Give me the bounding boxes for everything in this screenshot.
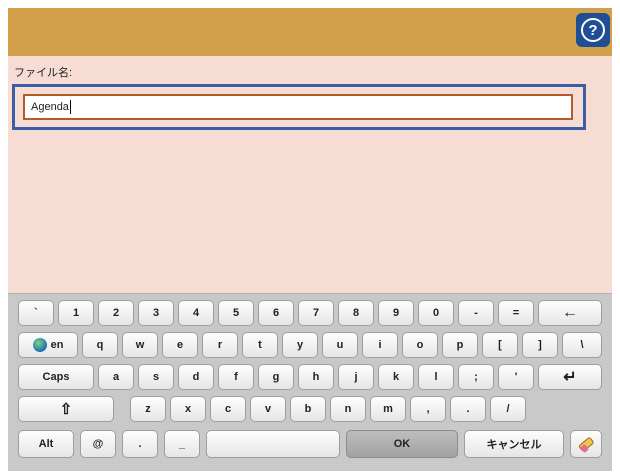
key-1[interactable]: 1 (58, 300, 94, 326)
key-8[interactable]: 8 (338, 300, 374, 326)
key-z[interactable]: z (130, 396, 166, 422)
key-3[interactable]: 3 (138, 300, 174, 326)
space-key[interactable] (206, 430, 340, 458)
key-semicolon[interactable]: ; (458, 364, 494, 390)
key-slash[interactable]: / (490, 396, 526, 422)
key-u[interactable]: u (322, 332, 358, 358)
key-right-bracket[interactable]: ] (522, 332, 558, 358)
enter-key[interactable]: ↵ (538, 364, 602, 390)
key-h[interactable]: h (298, 364, 334, 390)
key-v[interactable]: v (250, 396, 286, 422)
key-f[interactable]: f (218, 364, 254, 390)
key-t[interactable]: t (242, 332, 278, 358)
key-quote[interactable]: ' (498, 364, 534, 390)
key-6[interactable]: 6 (258, 300, 294, 326)
key-comma[interactable]: , (410, 396, 446, 422)
key-4[interactable]: 4 (178, 300, 214, 326)
key-b[interactable]: b (290, 396, 326, 422)
key-i[interactable]: i (362, 332, 398, 358)
language-key[interactable]: en (18, 332, 78, 358)
alt-key[interactable]: Alt (18, 430, 74, 458)
key-x[interactable]: x (170, 396, 206, 422)
key-7[interactable]: 7 (298, 300, 334, 326)
key-period[interactable]: . (450, 396, 486, 422)
key-g[interactable]: g (258, 364, 294, 390)
key-w[interactable]: w (122, 332, 158, 358)
key-minus[interactable]: - (458, 300, 494, 326)
globe-icon (32, 338, 47, 352)
dialog-panel: ? ファイル名: Agenda ` 1 2 3 4 5 6 7 8 9 0 - … (8, 8, 612, 471)
filename-value: Agenda (31, 101, 69, 113)
language-label: en (50, 339, 64, 351)
key-m[interactable]: m (370, 396, 406, 422)
key-p[interactable]: p (442, 332, 478, 358)
key-left-bracket[interactable]: [ (482, 332, 518, 358)
key-j[interactable]: j (338, 364, 374, 390)
key-e[interactable]: e (162, 332, 198, 358)
key-backtick[interactable]: ` (18, 300, 54, 326)
key-l[interactable]: l (418, 364, 454, 390)
key-s[interactable]: s (138, 364, 174, 390)
key-c[interactable]: c (210, 396, 246, 422)
key-0[interactable]: 0 (418, 300, 454, 326)
shift-key[interactable]: ⇧ (18, 396, 114, 422)
on-screen-keyboard: ` 1 2 3 4 5 6 7 8 9 0 - = ← en q w e r t… (8, 293, 612, 471)
caps-lock-key[interactable]: Caps (18, 364, 94, 390)
ok-button[interactable]: OK (346, 430, 458, 458)
backspace-key[interactable]: ← (538, 300, 602, 326)
filename-field-focus: Agenda (12, 84, 586, 130)
key-dot[interactable]: . (122, 430, 158, 458)
text-caret (69, 100, 71, 114)
clear-button[interactable] (570, 430, 602, 458)
header-bar: ? (8, 8, 612, 56)
key-n[interactable]: n (330, 396, 366, 422)
key-o[interactable]: o (402, 332, 438, 358)
key-5[interactable]: 5 (218, 300, 254, 326)
key-k[interactable]: k (378, 364, 414, 390)
key-equals[interactable]: = (498, 300, 534, 326)
question-mark-icon: ? (581, 18, 605, 42)
key-q[interactable]: q (82, 332, 118, 358)
cancel-button[interactable]: キャンセル (464, 430, 564, 458)
key-r[interactable]: r (202, 332, 238, 358)
key-y[interactable]: y (282, 332, 318, 358)
key-at[interactable]: @ (80, 430, 116, 458)
key-backslash[interactable]: \ (562, 332, 602, 358)
key-underscore[interactable]: _ (164, 430, 200, 458)
key-9[interactable]: 9 (378, 300, 414, 326)
key-a[interactable]: a (98, 364, 134, 390)
key-2[interactable]: 2 (98, 300, 134, 326)
filename-input[interactable]: Agenda (23, 94, 573, 120)
filename-label: ファイル名: (14, 67, 73, 79)
help-button[interactable]: ? (576, 13, 610, 47)
eraser-icon (579, 437, 594, 453)
key-d[interactable]: d (178, 364, 214, 390)
